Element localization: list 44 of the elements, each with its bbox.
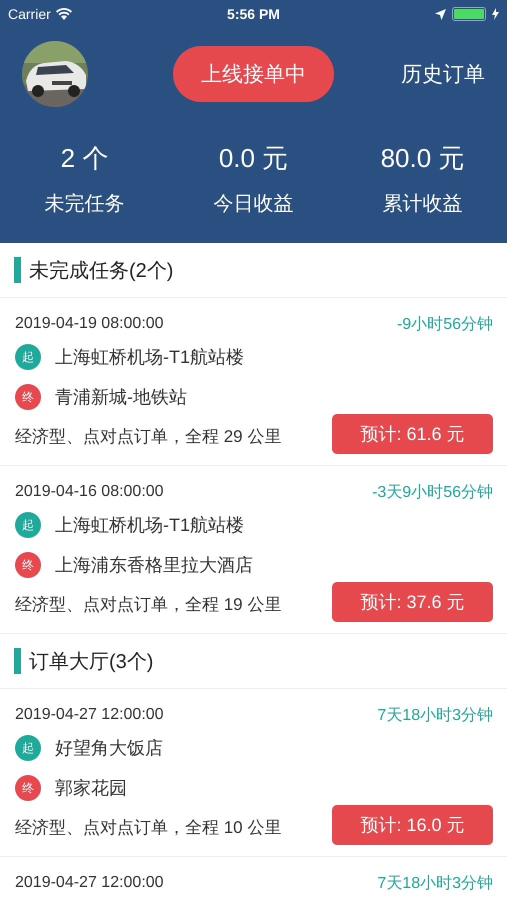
order-description: 经济型、点对点订单，全程 19 公里 [15,594,282,616]
end-marker: 终 [15,552,41,578]
order-datetime: 2019-04-27 12:00:00 [15,706,164,724]
estimate-button[interactable]: 预计: 16.0 元 [332,805,493,845]
place-name: 郭家花园 [55,777,127,800]
order-description: 经济型、点对点订单，全程 29 公里 [15,426,282,448]
history-orders-link[interactable]: 历史订单 [401,60,485,88]
place-name: 青浦新城-地铁站 [55,386,187,409]
carrier-label: Carrier [8,6,51,22]
stat-label: 未完任务 [44,192,124,217]
section-title: 未完成任务(2个) [29,258,174,284]
end-marker: 终 [15,384,41,410]
start-marker: 起 [15,735,41,761]
stat-label: 累计收益 [382,192,462,217]
place-name: 上海浦东香格里拉大酒店 [55,554,253,577]
order-description: 经济型、点对点订单，全程 10 公里 [15,817,282,839]
start-marker: 起 [15,344,41,370]
countdown: 7天18小时3分钟 [377,874,493,894]
stat-label: 今日收益 [214,192,294,217]
place-name: 上海虹桥机场-T1航站楼 [55,346,244,369]
order-datetime: 2019-04-27 12:00:00 [15,874,164,892]
estimate-button[interactable]: 预计: 37.6 元 [332,582,493,622]
section-accent-bar [14,257,21,283]
order-datetime: 2019-04-16 08:00:00 [15,483,164,501]
online-status-button[interactable]: 上线接单中 [173,46,334,102]
place-name: 好望角大饭店 [55,737,163,760]
order-datetime: 2019-04-19 08:00:00 [15,315,164,333]
countdown: -9小时56分钟 [396,314,493,334]
place-name: 上海虹桥机场-T1航站楼 [55,514,244,537]
stat-value: 2 个 [60,142,108,175]
section-accent-bar [14,648,21,674]
wifi-icon [56,8,72,20]
battery-icon [452,7,486,21]
clock: 5:56 PM [227,6,280,22]
location-arrow-icon [435,8,446,20]
charging-icon [492,8,500,20]
end-marker: 终 [15,775,41,801]
stat-value: 0.0 元 [218,142,288,175]
countdown: -3天9小时56分钟 [372,482,493,502]
countdown: 7天18小时3分钟 [377,706,493,726]
stat-value: 80.0 元 [380,142,464,175]
section-title: 订单大厅(3个) [29,650,154,674]
estimate-button[interactable]: 预计: 61.6 元 [332,414,493,454]
start-marker: 起 [15,512,41,538]
